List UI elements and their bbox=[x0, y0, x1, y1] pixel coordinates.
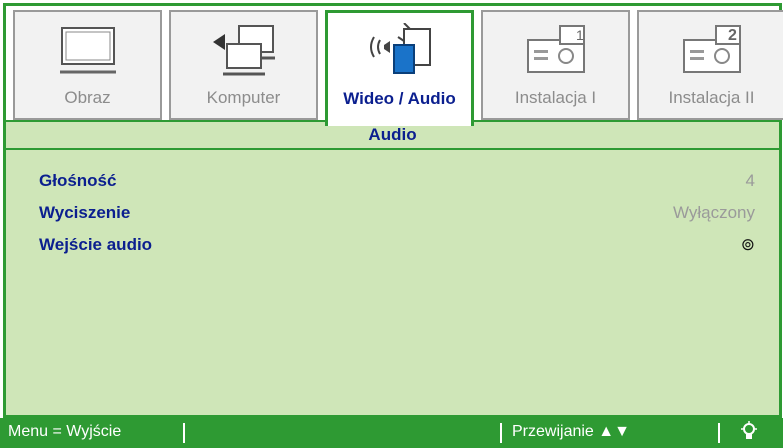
status-divider bbox=[500, 423, 502, 443]
menu-panel: Obraz Komputer Wideo / Audio 1 Instalacj… bbox=[3, 3, 783, 418]
scroll-hint: Przewijanie ▲▼ bbox=[512, 423, 630, 440]
computer-icon bbox=[171, 20, 316, 80]
tab-label: Instalacja II bbox=[668, 88, 755, 107]
settings-list: Głośność 4 Wyciszenie Wyłączony Wejście … bbox=[6, 150, 779, 415]
svg-text:1: 1 bbox=[576, 27, 584, 43]
projector-2-icon: 2 bbox=[639, 20, 783, 80]
tab-label: Obraz bbox=[64, 88, 111, 107]
setting-value: 4 bbox=[745, 171, 755, 190]
osd-menu: Obraz Komputer Wideo / Audio 1 Instalacj… bbox=[0, 0, 783, 448]
video-audio-icon bbox=[328, 21, 471, 81]
tab-label: Wideo / Audio bbox=[343, 89, 456, 108]
setting-label: Wyciszenie bbox=[39, 203, 131, 222]
svg-text:2: 2 bbox=[728, 27, 737, 44]
setting-row-wejscie-audio[interactable]: Wejście audio ⊚ bbox=[6, 231, 779, 259]
setting-label: Głośność bbox=[39, 171, 117, 190]
setting-label: Wejście audio bbox=[39, 235, 153, 254]
projector-1-icon: 1 bbox=[483, 20, 628, 80]
lamp-icon bbox=[740, 421, 758, 448]
status-divider bbox=[718, 423, 720, 443]
submenu-gear-icon[interactable]: ⊚ bbox=[741, 235, 755, 255]
tab-instalacja-1[interactable]: 1 Instalacja I bbox=[481, 10, 630, 120]
tab-instalacja-2[interactable]: 2 Instalacja II bbox=[637, 10, 783, 120]
tab-wideo-audio[interactable]: Wideo / Audio bbox=[325, 10, 474, 126]
status-divider bbox=[183, 423, 185, 443]
monitor-icon bbox=[15, 20, 160, 80]
menu-exit-hint: Menu = Wyjście bbox=[8, 423, 122, 440]
tab-komputer[interactable]: Komputer bbox=[169, 10, 318, 120]
setting-row-glosnosc[interactable]: Głośność 4 bbox=[6, 167, 779, 195]
tab-bar: Obraz Komputer Wideo / Audio 1 Instalacj… bbox=[6, 6, 783, 126]
tab-label: Instalacja I bbox=[514, 88, 597, 107]
section-title: Audio bbox=[368, 125, 417, 144]
tab-obraz[interactable]: Obraz bbox=[13, 10, 162, 120]
status-bar: Menu = Wyjście Przewijanie ▲▼ bbox=[0, 418, 783, 448]
setting-row-wyciszenie[interactable]: Wyciszenie Wyłączony bbox=[6, 199, 779, 227]
tab-label: Komputer bbox=[206, 88, 281, 107]
setting-value: Wyłączony bbox=[672, 203, 755, 222]
